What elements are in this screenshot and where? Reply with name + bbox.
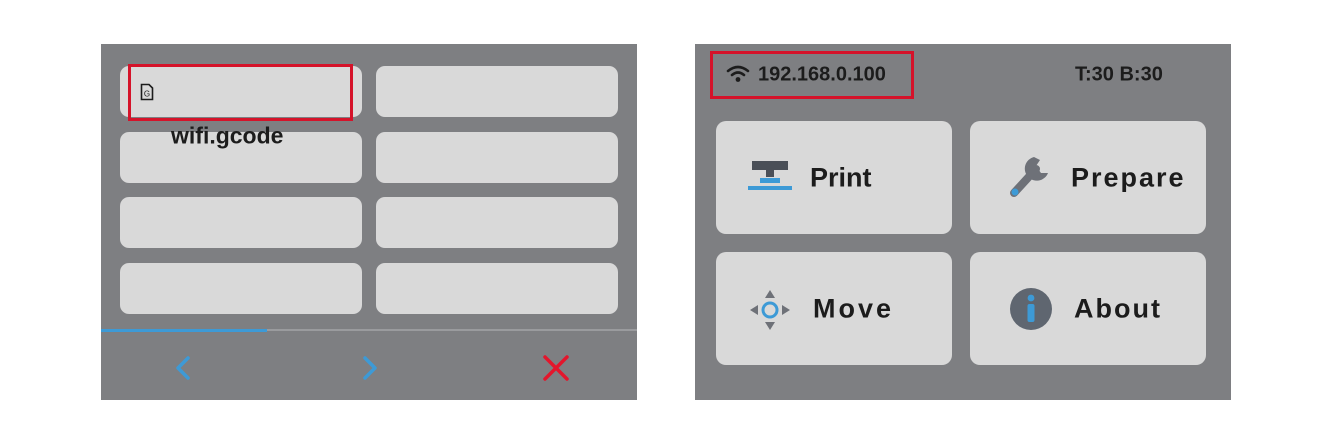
page-progress-fill — [101, 329, 268, 332]
print-label: Print — [810, 162, 872, 192]
close-icon[interactable] — [536, 348, 576, 388]
file-name-label[interactable]: wifi.gcode — [171, 123, 283, 150]
about-button[interactable]: About — [970, 252, 1206, 365]
move-arrows-icon — [750, 290, 790, 330]
ip-highlight-box — [710, 51, 914, 99]
prepare-label: Prepare — [1071, 162, 1186, 192]
file-highlight-box — [128, 64, 353, 121]
about-label: About — [1074, 293, 1162, 323]
file-slot-8[interactable] — [376, 263, 618, 314]
temperature-label: T:30 B:30 — [1075, 63, 1163, 86]
move-label: Move — [813, 293, 895, 323]
file-slot-4[interactable] — [376, 132, 618, 183]
print-button[interactable]: Print — [716, 121, 952, 234]
move-button[interactable]: Move — [716, 252, 952, 365]
chevron-left-icon[interactable] — [164, 348, 204, 388]
file-slot-2[interactable] — [376, 66, 618, 117]
info-icon — [1010, 288, 1052, 330]
wrench-icon — [1010, 157, 1048, 197]
page-progress-track — [101, 329, 637, 332]
print-icon — [748, 161, 792, 190]
file-slot-5[interactable] — [120, 197, 362, 248]
prepare-button[interactable]: Prepare — [970, 121, 1206, 234]
file-browser-screen: G wifi.gcode — [101, 44, 637, 400]
file-slot-7[interactable] — [120, 263, 362, 314]
file-slot-6[interactable] — [376, 197, 618, 248]
chevron-right-icon[interactable] — [349, 348, 389, 388]
main-menu-screen: 192.168.0.100 T:30 B:30 Print Prepare Mo… — [695, 44, 1231, 400]
